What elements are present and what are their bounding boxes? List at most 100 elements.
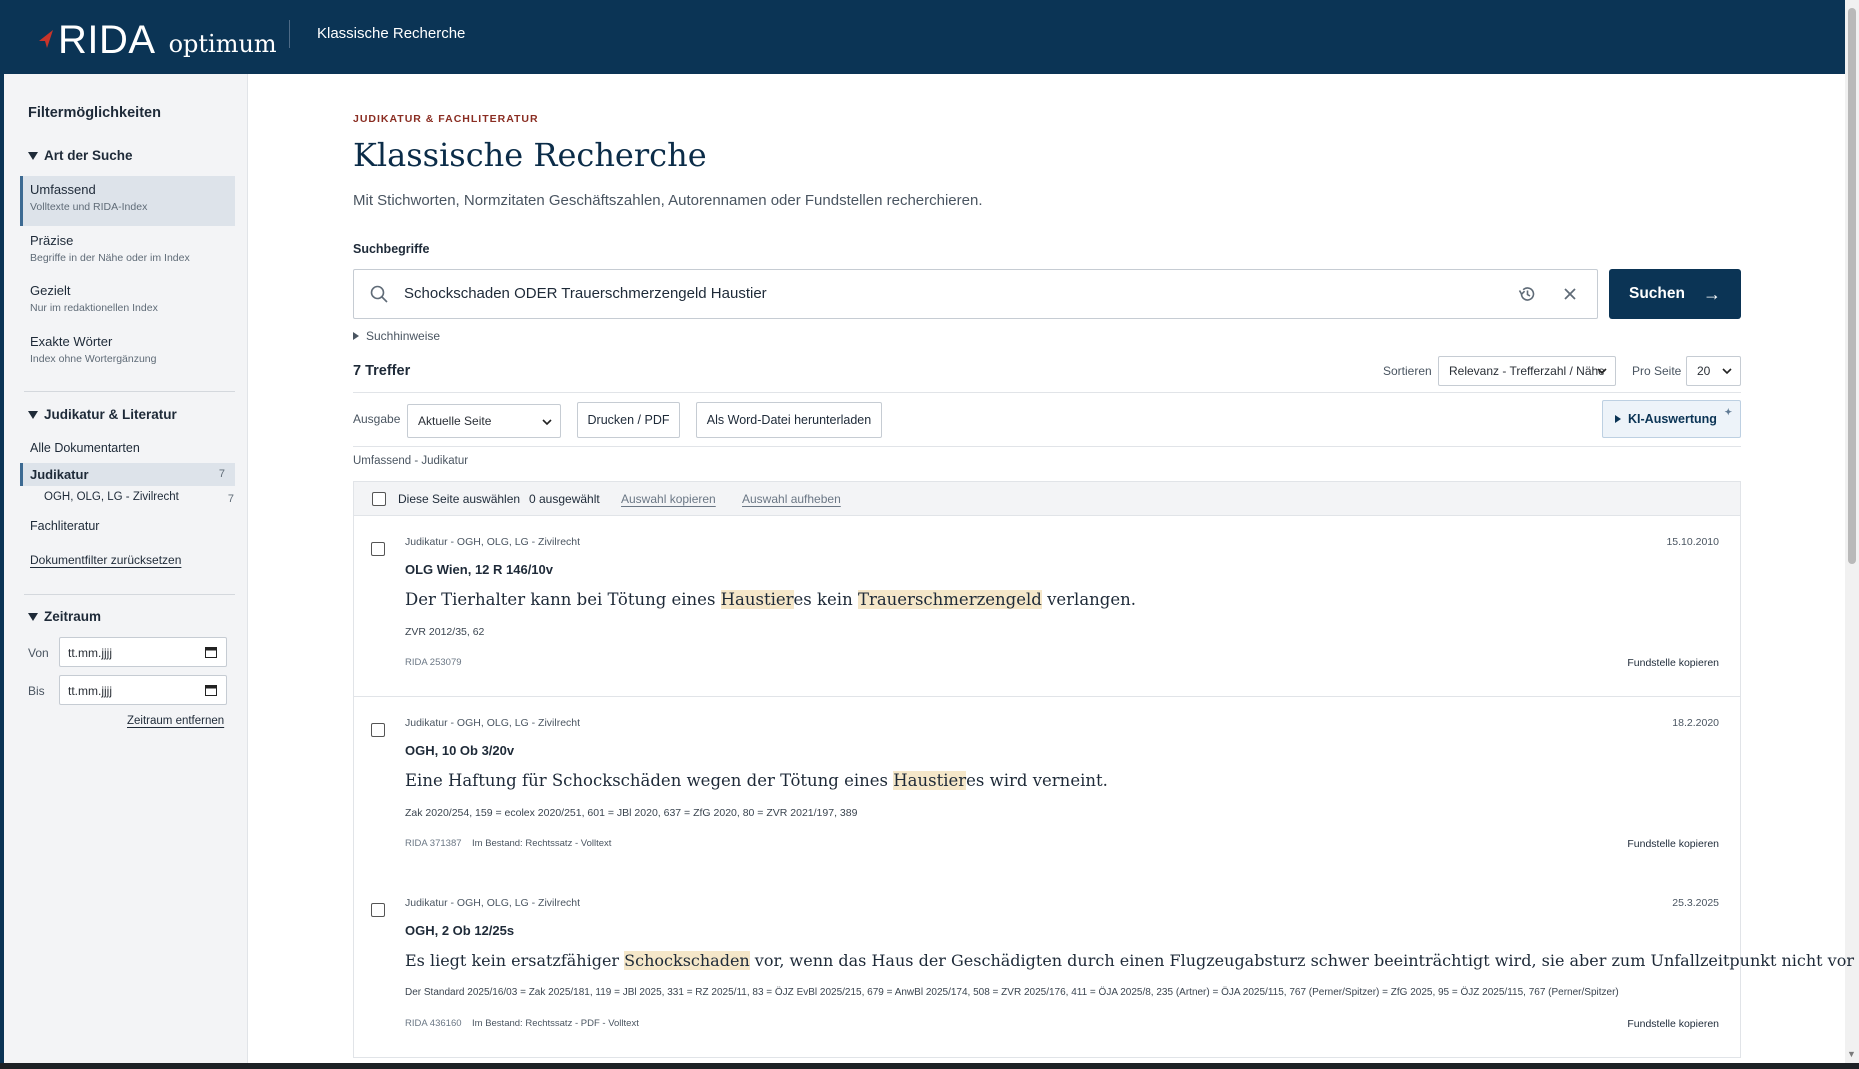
print-pdf-button[interactable]: Drucken / PDF <box>577 402 680 438</box>
copy-citation-link[interactable]: Fundstelle kopieren <box>1627 657 1719 669</box>
search-type-option-gezielt[interactable]: Gezielt Nur im redaktionellen Index <box>20 277 235 320</box>
selection-toolbar: Diese Seite auswählen 0 ausgewählt Auswa… <box>353 481 1741 516</box>
word-download-button[interactable]: Als Word-Datei herunterladen <box>696 402 882 438</box>
result-citation: Zak 2020/254, 159 = ecolex 2020/251, 601… <box>405 807 858 819</box>
date-placeholder: tt.mm.jjjj <box>68 646 112 660</box>
clear-selection-link[interactable]: Auswahl aufheben <box>742 492 841 506</box>
brand-name: RIDA <box>58 18 156 62</box>
result-item: Judikatur - OGH, OLG, LG - Zivilrecht 25… <box>353 877 1859 1058</box>
result-checkbox[interactable] <box>371 903 385 917</box>
option-label: Präzise <box>30 233 74 248</box>
search-hints-label: Suchhinweise <box>366 329 441 343</box>
output-label: Ausgabe <box>353 412 401 426</box>
select-page-checkbox[interactable] <box>372 492 386 506</box>
search-type-option-praezise[interactable]: Präzise Begriffe in der Nähe oder im Ind… <box>20 227 235 270</box>
selected-count: 0 ausgewählt <box>529 492 600 506</box>
period-group-toggle[interactable]: Zeitraum <box>28 609 101 624</box>
doc-types-group-toggle[interactable]: Judikatur & Literatur <box>28 407 177 422</box>
summary-text: es kein <box>793 590 858 609</box>
result-citation: ZVR 2012/35, 62 <box>405 626 485 638</box>
result-date: 18.2.2020 <box>1672 717 1719 729</box>
result-summary[interactable]: Der Tierhalter kann bei Tötung eines Hau… <box>405 590 1136 609</box>
result-meta: Judikatur - OGH, OLG, LG - Zivilrecht <box>405 897 581 909</box>
header-section-title[interactable]: Klassische Recherche <box>317 25 465 42</box>
output-select[interactable]: Aktuelle Seite <box>407 404 561 438</box>
header-divider <box>289 20 290 48</box>
doc-type-judikatur[interactable]: Judikatur 7 <box>20 463 235 486</box>
sub-court-count: 7 <box>227 493 234 505</box>
search-term-highlight: Haustier <box>720 590 794 609</box>
copy-citation-link[interactable]: Fundstelle kopieren <box>1627 1018 1719 1030</box>
page-scrollbar[interactable]: ▼ <box>1845 0 1859 1063</box>
calendar-icon[interactable] <box>205 684 217 696</box>
result-summary[interactable]: Es liegt kein ersatzfähiger Schockschade… <box>405 951 1859 970</box>
page-lead: Mit Stichworten, Normzitaten Geschäftsza… <box>353 192 983 209</box>
result-item: Judikatur - OGH, OLG, LG - Zivilrecht 18… <box>353 697 1741 878</box>
copy-selection-link[interactable]: Auswahl kopieren <box>621 492 716 506</box>
date-from-input[interactable]: tt.mm.jjjj <box>59 637 227 667</box>
rida-optimum-logo[interactable]: RIDA optimum <box>38 14 277 60</box>
result-checkbox[interactable] <box>371 723 385 737</box>
reset-doc-filter-link[interactable]: Dokumentfilter zurücksetzen <box>30 553 181 567</box>
ki-analysis-label: KI-Auswertung <box>1628 412 1717 426</box>
copy-citation-link[interactable]: Fundstelle kopieren <box>1627 838 1719 850</box>
result-availability: Im Bestand: Rechtssatz - Volltext <box>472 838 612 849</box>
doc-type-all[interactable]: Alle Dokumentarten <box>30 441 140 455</box>
option-description: Nur im redaktionellen Index <box>30 302 158 314</box>
top-navigation-bar: RIDA optimum Klassische Recherche <box>0 0 1845 74</box>
page-title: Klassische Recherche <box>353 136 707 174</box>
date-to-input[interactable]: tt.mm.jjjj <box>59 675 227 705</box>
result-title-link[interactable]: OGH, 2 Ob 12/25s <box>405 923 514 938</box>
search-button-label: Suchen <box>1629 285 1685 302</box>
result-title-link[interactable]: OLG Wien, 12 R 146/10v <box>405 562 553 577</box>
window-frame-bottom <box>0 1063 1859 1069</box>
calendar-icon[interactable] <box>205 646 217 658</box>
scrollbar-thumb[interactable] <box>1848 8 1856 564</box>
result-availability: Im Bestand: Rechtssatz - PDF - Volltext <box>472 1018 639 1029</box>
search-icon <box>370 285 388 303</box>
arrow-right-icon: → <box>1702 283 1721 304</box>
result-rida-id: RIDA 253079 <box>405 657 462 668</box>
search-type-option-umfassend[interactable]: Umfassend Volltexte und RIDA-Index <box>20 176 235 226</box>
sort-select[interactable]: Relevanz - Trefferzahl / Nähe <box>1438 356 1616 386</box>
close-icon[interactable] <box>1561 285 1579 303</box>
sidebar-divider <box>24 594 235 595</box>
search-button[interactable]: Suchen → <box>1609 269 1741 319</box>
summary-text: vor, wenn das Haus der Geschädigten durc… <box>749 951 1859 970</box>
logo-arrow-icon <box>39 30 53 48</box>
ki-analysis-button[interactable]: KI-Auswertung ✦ <box>1602 400 1741 438</box>
per-page-select[interactable]: 20 <box>1686 356 1741 386</box>
result-summary[interactable]: Eine Haftung für Schockschäden wegen der… <box>405 771 1108 790</box>
summary-text: verlangen. <box>1041 590 1137 609</box>
divider <box>353 446 1741 447</box>
remove-period-link[interactable]: Zeitraum entfernen <box>127 715 224 727</box>
search-input-value[interactable]: Schockschaden ODER Trauerschmerzengeld H… <box>404 285 767 302</box>
summary-text: Eine Haftung für Schockschäden wegen der… <box>405 771 894 790</box>
search-hints-toggle[interactable]: Suchhinweise <box>353 329 440 343</box>
summary-text: Es liegt kein ersatzfähiger <box>405 951 625 970</box>
result-item: Judikatur - OGH, OLG, LG - Zivilrecht 15… <box>353 516 1741 697</box>
doc-type-fachliteratur[interactable]: Fachliteratur <box>30 519 99 533</box>
chevron-down-icon <box>1722 368 1732 375</box>
search-type-group-toggle[interactable]: Art der Suche <box>28 148 133 163</box>
search-type-option-exakte-woerter[interactable]: Exakte Wörter Index ohne Wortergänzung <box>20 328 235 371</box>
select-page-label[interactable]: Diese Seite auswählen <box>398 492 520 506</box>
search-label: Suchbegriffe <box>353 242 430 256</box>
result-citation: Der Standard 2025/16/03 = Zak 2025/181, … <box>405 987 1619 998</box>
search-input[interactable]: Schockschaden ODER Trauerschmerzengeld H… <box>353 269 1598 319</box>
caret-right-icon <box>353 332 359 340</box>
history-icon[interactable] <box>1517 284 1537 304</box>
doc-type-sub-court[interactable]: OGH, OLG, LG - Zivilrecht <box>44 491 179 503</box>
doc-type-label: Judikatur <box>30 467 89 482</box>
result-title-link[interactable]: OGH, 10 Ob 3/20v <box>405 743 514 758</box>
result-rida-id: RIDA 436160 <box>405 1018 462 1029</box>
search-term-highlight: Haustier <box>893 771 967 790</box>
scroll-down-arrow-icon[interactable]: ▼ <box>1847 1049 1856 1059</box>
hit-count: 7 Treffer <box>353 363 411 379</box>
per-page-label: Pro Seite <box>1632 364 1682 378</box>
result-checkbox[interactable] <box>371 542 385 556</box>
divider <box>353 392 1741 393</box>
caret-down-icon <box>28 151 38 160</box>
search-term-highlight: Trauerschmerzengeld <box>857 590 1042 609</box>
option-label: Exakte Wörter <box>30 334 113 349</box>
